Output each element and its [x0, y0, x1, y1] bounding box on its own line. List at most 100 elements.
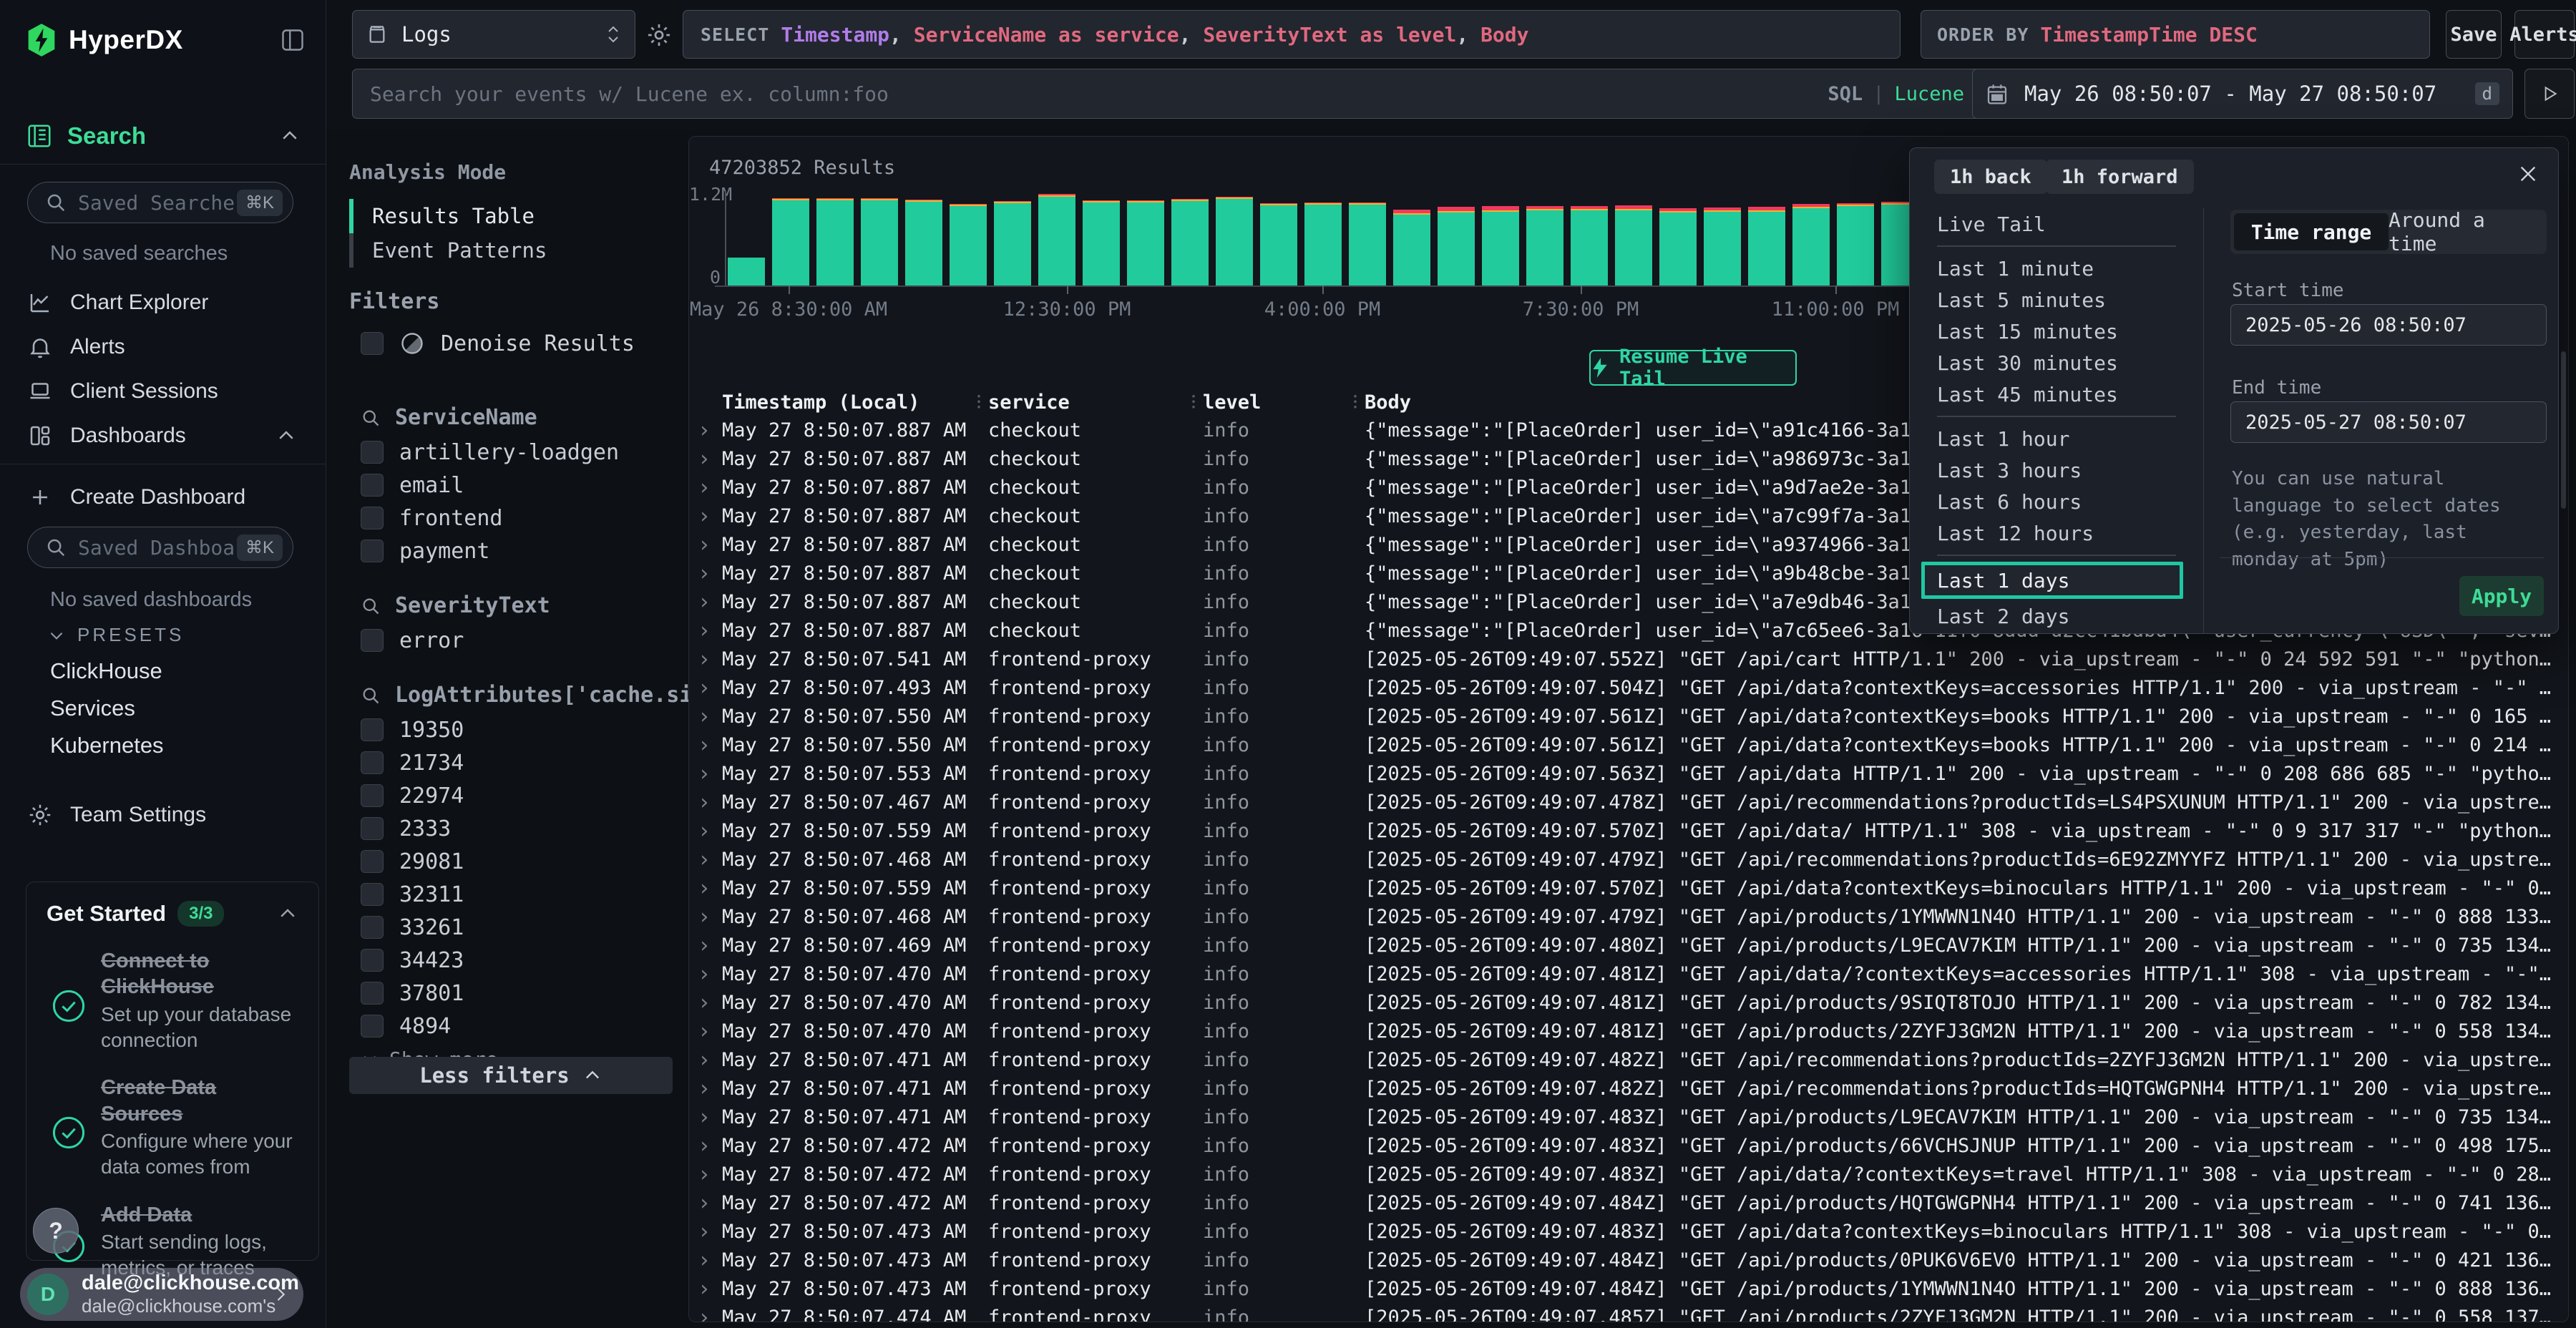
- expand-row-icon[interactable]: ›: [693, 618, 722, 643]
- filter-checkbox[interactable]: [361, 629, 384, 652]
- filter-checkbox[interactable]: [361, 718, 384, 741]
- table-row[interactable]: ›May 27 8:50:07.470 AMfrontend-proxyinfo…: [689, 988, 2569, 1017]
- saved-searches-input[interactable]: [78, 191, 237, 215]
- histogram-bar[interactable]: [861, 198, 898, 285]
- column-resize-handle[interactable]: ⋮: [1186, 393, 1200, 411]
- histogram-bar[interactable]: [1792, 204, 1830, 285]
- expand-row-icon[interactable]: ›: [693, 819, 722, 844]
- filter-option[interactable]: frontend: [361, 502, 668, 534]
- histogram-bar[interactable]: [1349, 202, 1386, 285]
- expand-row-icon[interactable]: ›: [693, 590, 722, 615]
- histogram-bar[interactable]: [728, 258, 765, 285]
- expand-row-icon[interactable]: ›: [693, 733, 722, 758]
- table-row[interactable]: ›May 27 8:50:07.559 AMfrontend-proxyinfo…: [689, 816, 2569, 845]
- preset-kubernetes[interactable]: Kubernetes: [0, 727, 326, 764]
- histogram-bar[interactable]: [1216, 197, 1253, 285]
- filter-option[interactable]: 37801: [361, 977, 668, 1010]
- expand-row-icon[interactable]: ›: [693, 904, 722, 929]
- resume-live-tail-button[interactable]: Resume Live Tail: [1589, 350, 1797, 386]
- histogram-bar[interactable]: [1837, 203, 1874, 285]
- source-settings-gear-icon[interactable]: [645, 21, 673, 49]
- table-row[interactable]: ›May 27 8:50:07.474 AMfrontend-proxyinfo…: [689, 1303, 2569, 1322]
- time-range-option-last-5-minutes[interactable]: Last 5 minutes: [1910, 284, 2203, 316]
- filter-checkbox[interactable]: [361, 751, 384, 774]
- time-range-option-last-45-minutes[interactable]: Last 45 minutes: [1910, 379, 2203, 410]
- filter-checkbox[interactable]: [361, 850, 384, 873]
- filter-option[interactable]: email: [361, 469, 668, 502]
- less-filters-button[interactable]: Less filters: [349, 1057, 673, 1094]
- filter-checkbox[interactable]: [361, 916, 384, 939]
- histogram-bar[interactable]: [1083, 200, 1120, 285]
- time-range-option-last-3-hours[interactable]: Last 3 hours: [1910, 454, 2203, 486]
- table-row[interactable]: ›May 27 8:50:07.473 AMfrontend-proxyinfo…: [689, 1246, 2569, 1274]
- table-row[interactable]: ›May 27 8:50:07.473 AMfrontend-proxyinfo…: [689, 1217, 2569, 1246]
- select-clause-editor[interactable]: SELECT Timestamp, ServiceName as service…: [683, 10, 1901, 59]
- table-row[interactable]: ›May 27 8:50:07.472 AMfrontend-proxyinfo…: [689, 1131, 2569, 1160]
- order-by-editor[interactable]: ORDER BY TimestampTime DESC: [1921, 10, 2430, 59]
- time-range-option-live-tail[interactable]: Live Tail: [1910, 208, 2203, 240]
- time-range-option-last-30-minutes[interactable]: Last 30 minutes: [1910, 347, 2203, 379]
- save-button[interactable]: Save: [2446, 10, 2502, 59]
- time-range-option-last-15-minutes[interactable]: Last 15 minutes: [1910, 316, 2203, 347]
- filter-option[interactable]: 32311: [361, 878, 668, 911]
- time-range-option-last-1-days[interactable]: Last 1 days: [1921, 562, 2183, 599]
- histogram-bar[interactable]: [1171, 199, 1209, 285]
- chevron-up-icon[interactable]: [272, 425, 301, 446]
- table-row[interactable]: ›May 27 8:50:07.553 AMfrontend-proxyinfo…: [689, 759, 2569, 788]
- user-menu[interactable]: D dale@clickhouse.com dale@clickhouse.co…: [20, 1268, 303, 1321]
- filter-checkbox[interactable]: [361, 540, 384, 562]
- mode-event-patterns[interactable]: Event Patterns: [349, 233, 664, 268]
- expand-row-icon[interactable]: ›: [693, 1248, 722, 1273]
- histogram-bar[interactable]: [1260, 203, 1297, 285]
- presets-toggle[interactable]: PRESETS: [47, 624, 184, 646]
- expand-row-icon[interactable]: ›: [693, 962, 722, 987]
- table-row[interactable]: ›May 27 8:50:07.472 AMfrontend-proxyinfo…: [689, 1188, 2569, 1217]
- histogram-bar[interactable]: [1748, 207, 1785, 286]
- source-select[interactable]: Logs: [352, 10, 635, 59]
- expand-row-icon[interactable]: ›: [693, 647, 722, 672]
- expand-row-icon[interactable]: ›: [693, 1305, 722, 1323]
- get-started-item[interactable]: Connect to ClickHouseSet up your databas…: [47, 948, 298, 1053]
- expand-row-icon[interactable]: ›: [693, 675, 722, 700]
- histogram-bar[interactable]: [1304, 202, 1342, 285]
- filter-option[interactable]: 4894: [361, 1010, 668, 1043]
- scrollbar-thumb[interactable]: [2561, 351, 2566, 509]
- filter-option[interactable]: 34423: [361, 944, 668, 977]
- table-row[interactable]: ›May 27 8:50:07.550 AMfrontend-proxyinfo…: [689, 702, 2569, 731]
- expand-row-icon[interactable]: ›: [693, 1105, 722, 1130]
- filter-option[interactable]: 19350: [361, 713, 668, 746]
- expand-row-icon[interactable]: ›: [693, 1191, 722, 1216]
- histogram-bar[interactable]: [1571, 206, 1608, 285]
- table-row[interactable]: ›May 27 8:50:07.468 AMfrontend-proxyinfo…: [689, 845, 2569, 874]
- denoise-checkbox[interactable]: [361, 332, 384, 355]
- expand-row-icon[interactable]: ›: [693, 761, 722, 786]
- histogram-bar[interactable]: [905, 200, 942, 285]
- help-button[interactable]: ?: [33, 1208, 79, 1254]
- saved-searches-search[interactable]: ⌘K: [27, 182, 293, 223]
- filter-option[interactable]: 29081: [361, 845, 668, 878]
- expand-row-icon[interactable]: ›: [693, 1019, 722, 1044]
- live-tail-play-button[interactable]: [2524, 69, 2575, 119]
- sidebar-item-alerts[interactable]: Alerts: [0, 325, 326, 369]
- table-row[interactable]: ›May 27 8:50:07.559 AMfrontend-proxyinfo…: [689, 874, 2569, 902]
- expand-row-icon[interactable]: ›: [693, 1133, 722, 1158]
- histogram-bar[interactable]: [1127, 200, 1164, 285]
- saved-dashboards-search[interactable]: ⌘K: [27, 527, 293, 568]
- time-range-option-last-2-days[interactable]: Last 2 days: [1910, 600, 2203, 632]
- time-range-option-last-1-minute[interactable]: Last 1 minute: [1910, 253, 2203, 284]
- filter-checkbox[interactable]: [361, 982, 384, 1005]
- time-range-option-last-6-hours[interactable]: Last 6 hours: [1910, 486, 2203, 517]
- time-range-option-last-12-hours[interactable]: Last 12 hours: [1910, 517, 2203, 549]
- table-row[interactable]: ›May 27 8:50:07.470 AMfrontend-proxyinfo…: [689, 1017, 2569, 1045]
- table-row[interactable]: ›May 27 8:50:07.468 AMfrontend-proxyinfo…: [689, 902, 2569, 931]
- saved-dashboards-input[interactable]: [78, 536, 237, 560]
- filter-option[interactable]: artillery-loadgen: [361, 436, 668, 469]
- sidebar-item-dashboards[interactable]: Dashboards: [0, 414, 326, 458]
- col-level[interactable]: ⋮level: [1203, 391, 1365, 414]
- table-row[interactable]: ›May 27 8:50:07.467 AMfrontend-proxyinfo…: [689, 788, 2569, 816]
- expand-row-icon[interactable]: ›: [693, 504, 722, 529]
- end-time-input[interactable]: [2230, 401, 2547, 443]
- search-input[interactable]: [370, 82, 1828, 106]
- filter-checkbox[interactable]: [361, 507, 384, 529]
- table-row[interactable]: ›May 27 8:50:07.550 AMfrontend-proxyinfo…: [689, 731, 2569, 759]
